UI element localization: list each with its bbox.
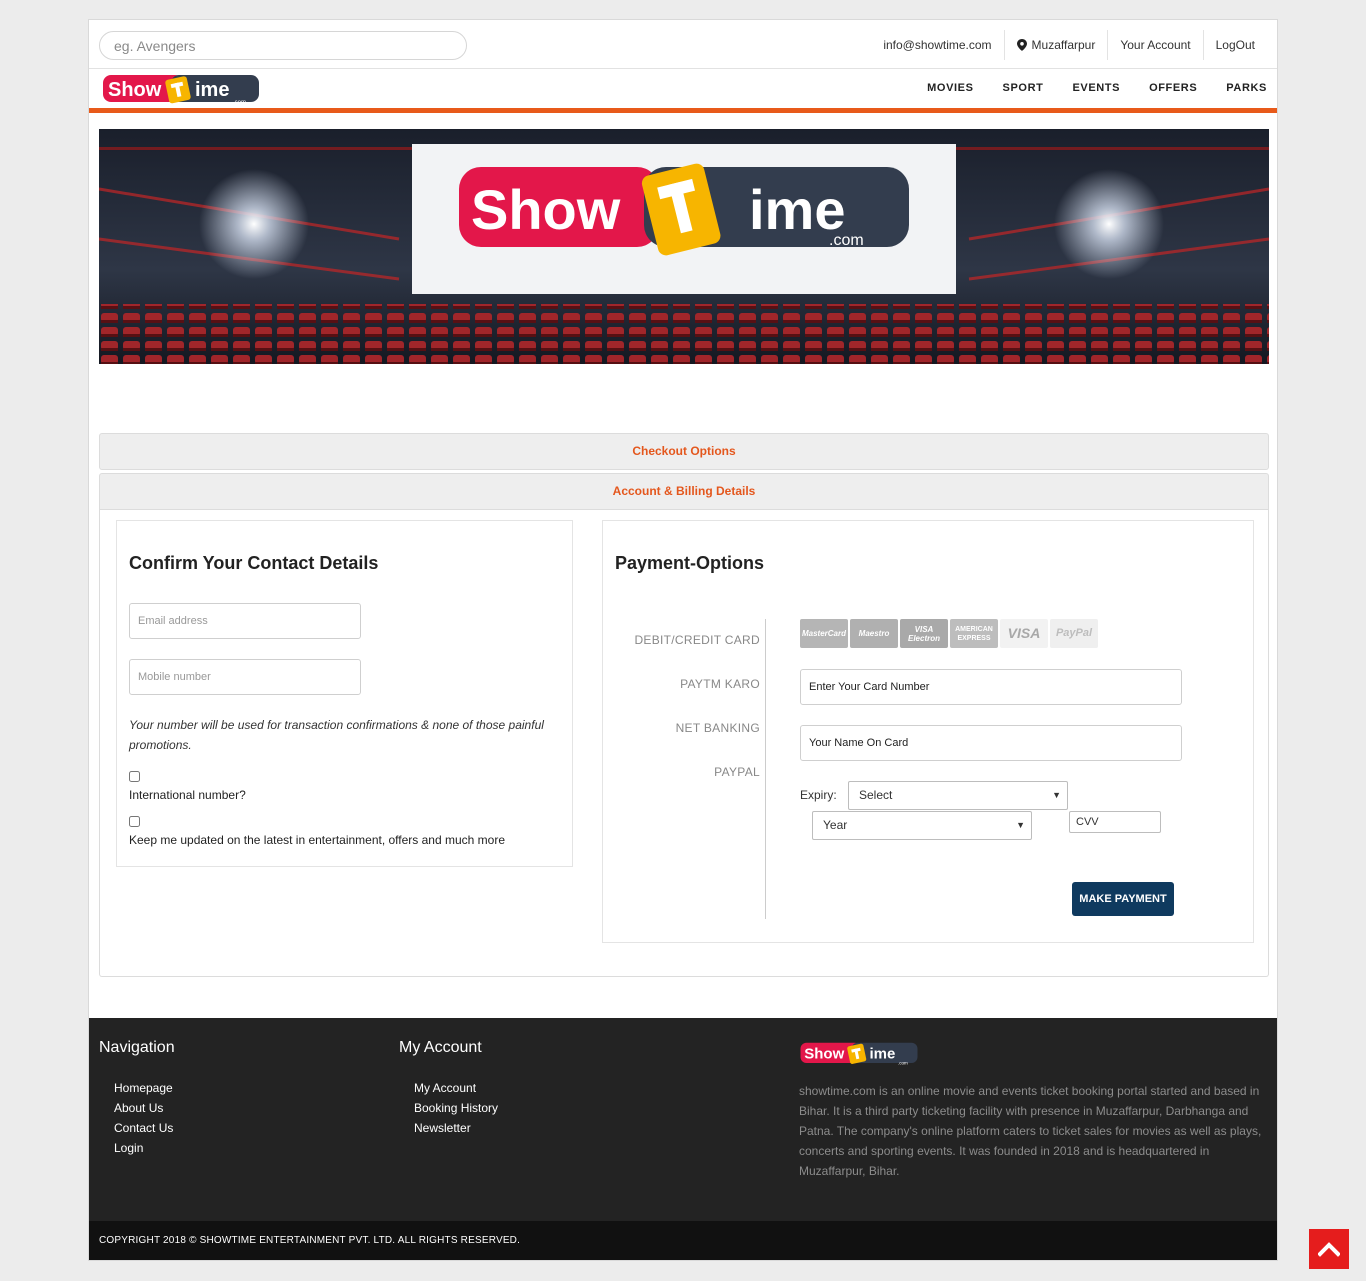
mobile-note: Your number will be used for transaction…	[129, 718, 544, 752]
tab-paypal[interactable]: PAYPAL	[714, 765, 760, 779]
mobile-field[interactable]	[129, 659, 361, 695]
top-bar: info@showtime.com Muzaffarpur Your Accou…	[89, 20, 1277, 69]
chevron-up-icon	[1318, 1242, 1340, 1257]
nav-movies[interactable]: MOVIES	[927, 82, 973, 94]
cinema-banner: Show ime .com	[99, 129, 1269, 364]
cvv-field[interactable]	[1069, 811, 1161, 833]
mastercard-icon: MasterCard	[800, 619, 848, 648]
footer-link-my-account[interactable]: My Account	[414, 1078, 498, 1098]
maestro-icon: Maestro	[850, 619, 898, 648]
footer-link-booking-history[interactable]: Booking History	[414, 1098, 498, 1118]
svg-text:Show: Show	[108, 79, 162, 101]
payment-options-title: Payment-Options	[615, 553, 765, 573]
copyright-bar: COPYRIGHT 2018 © SHOWTIME ENTERTAINMENT …	[89, 1221, 1277, 1260]
tab-paytm[interactable]: PAYTM KARO	[680, 677, 760, 691]
updates-label: Keep me updated on the latest in enterta…	[129, 833, 506, 847]
footer-link-login[interactable]: Login	[114, 1138, 173, 1158]
footer-account-list: My Account Booking History Newsletter	[414, 1078, 498, 1138]
card-number-field[interactable]	[800, 669, 1182, 705]
svg-text:Show: Show	[804, 1046, 844, 1063]
logout-link[interactable]: LogOut	[1202, 30, 1267, 60]
main-nav-bar: Show ime .com MOVIES SPORT EVENTS OFFERS…	[89, 68, 1277, 113]
visa-icon: VISA	[1000, 619, 1048, 648]
svg-text:Show: Show	[471, 178, 621, 241]
showtime-logo[interactable]: Show ime .com	[101, 72, 261, 108]
dropdown-arrow-icon: ▼	[1016, 820, 1025, 830]
international-number-checkbox[interactable]	[129, 771, 140, 782]
footer-account-title: My Account	[399, 1039, 482, 1056]
visa-electron-icon: VISA Electron	[900, 619, 948, 648]
dropdown-arrow-icon: ▼	[1052, 790, 1061, 800]
payment-options-panel: Payment-Options DEBIT/CREDIT CARD PAYTM …	[602, 520, 1254, 943]
email-link[interactable]: info@showtime.com	[871, 30, 1003, 60]
svg-text:.com: .com	[829, 232, 864, 249]
svg-text:.com: .com	[233, 100, 246, 106]
logout-text: LogOut	[1215, 38, 1255, 52]
location-link[interactable]: Muzaffarpur	[1003, 30, 1108, 60]
expiry-year-value: Year	[823, 818, 848, 832]
make-payment-button[interactable]: MAKE PAYMENT	[1072, 882, 1174, 916]
svg-text:ime: ime	[195, 79, 229, 101]
tab-debit-credit-card[interactable]: DEBIT/CREDIT CARD	[634, 633, 760, 647]
checkout-options-label: Checkout Options	[632, 444, 736, 458]
search-input[interactable]	[99, 31, 467, 60]
footer-showtime-logo: Show ime .com	[800, 1042, 918, 1066]
footer-link-contact-us[interactable]: Contact Us	[114, 1118, 173, 1138]
map-pin-icon	[1016, 39, 1027, 51]
paypal-icon: PayPal	[1050, 619, 1098, 648]
account-billing-label: Account & Billing Details	[612, 484, 756, 498]
expiry-month-select[interactable]: Select ▼	[848, 781, 1068, 810]
checkout-options-tab[interactable]: Checkout Options	[99, 433, 1269, 470]
card-name-field[interactable]	[800, 725, 1182, 761]
footer-link-about-us[interactable]: About Us	[114, 1098, 173, 1118]
email-text: info@showtime.com	[883, 38, 992, 52]
nav-events[interactable]: EVENTS	[1072, 82, 1120, 94]
footer-link-homepage[interactable]: Homepage	[114, 1078, 173, 1098]
contact-details-title: Confirm Your Contact Details	[129, 553, 379, 573]
contact-details-panel: Confirm Your Contact Details Your number…	[116, 520, 573, 867]
footer-navigation-list: Homepage About Us Contact Us Login	[114, 1078, 173, 1158]
expiry-month-value: Select	[859, 788, 893, 802]
nav-menu: MOVIES SPORT EVENTS OFFERS PARKS	[898, 68, 1267, 108]
payment-method-tabs: DEBIT/CREDIT CARD PAYTM KARO NET BANKING…	[625, 619, 766, 919]
footer-about-text: showtime.com is an online movie and even…	[799, 1084, 1262, 1178]
nav-sport[interactable]: SPORT	[1003, 82, 1044, 94]
billing-details-panel: Confirm Your Contact Details Your number…	[99, 510, 1269, 977]
copyright-text: COPYRIGHT 2018 © SHOWTIME ENTERTAINMENT …	[99, 1235, 521, 1246]
email-field[interactable]	[129, 603, 361, 639]
nav-offers[interactable]: OFFERS	[1149, 82, 1197, 94]
expiry-label: Expiry:	[800, 788, 837, 802]
location-text: Muzaffarpur	[1031, 38, 1096, 52]
svg-text:ime: ime	[870, 1046, 896, 1063]
top-links: info@showtime.com Muzaffarpur Your Accou…	[871, 30, 1267, 60]
updates-checkbox[interactable]	[129, 816, 140, 827]
your-account-link[interactable]: Your Account	[1107, 30, 1202, 60]
footer-navigation-title: Navigation	[99, 1039, 175, 1056]
tab-net-banking[interactable]: NET BANKING	[676, 721, 760, 735]
your-account-text: Your Account	[1120, 38, 1191, 52]
international-number-label: International number?	[129, 788, 246, 802]
card-logos: MasterCard Maestro VISA Electron AMERICA…	[800, 619, 1100, 648]
page: info@showtime.com Muzaffarpur Your Accou…	[88, 19, 1278, 1261]
svg-text:.com: .com	[898, 1061, 908, 1066]
american-express-icon: AMERICAN EXPRESS	[950, 619, 998, 648]
footer-link-newsletter[interactable]: Newsletter	[414, 1118, 498, 1138]
account-billing-tab[interactable]: Account & Billing Details	[99, 473, 1269, 510]
nav-parks[interactable]: PARKS	[1226, 82, 1267, 94]
footer: Navigation Homepage About Us Contact Us …	[89, 1018, 1277, 1221]
expiry-year-select[interactable]: Year ▼	[812, 811, 1032, 840]
scroll-to-top-button[interactable]	[1309, 1229, 1349, 1269]
banner-image: Show ime .com	[99, 129, 1269, 364]
